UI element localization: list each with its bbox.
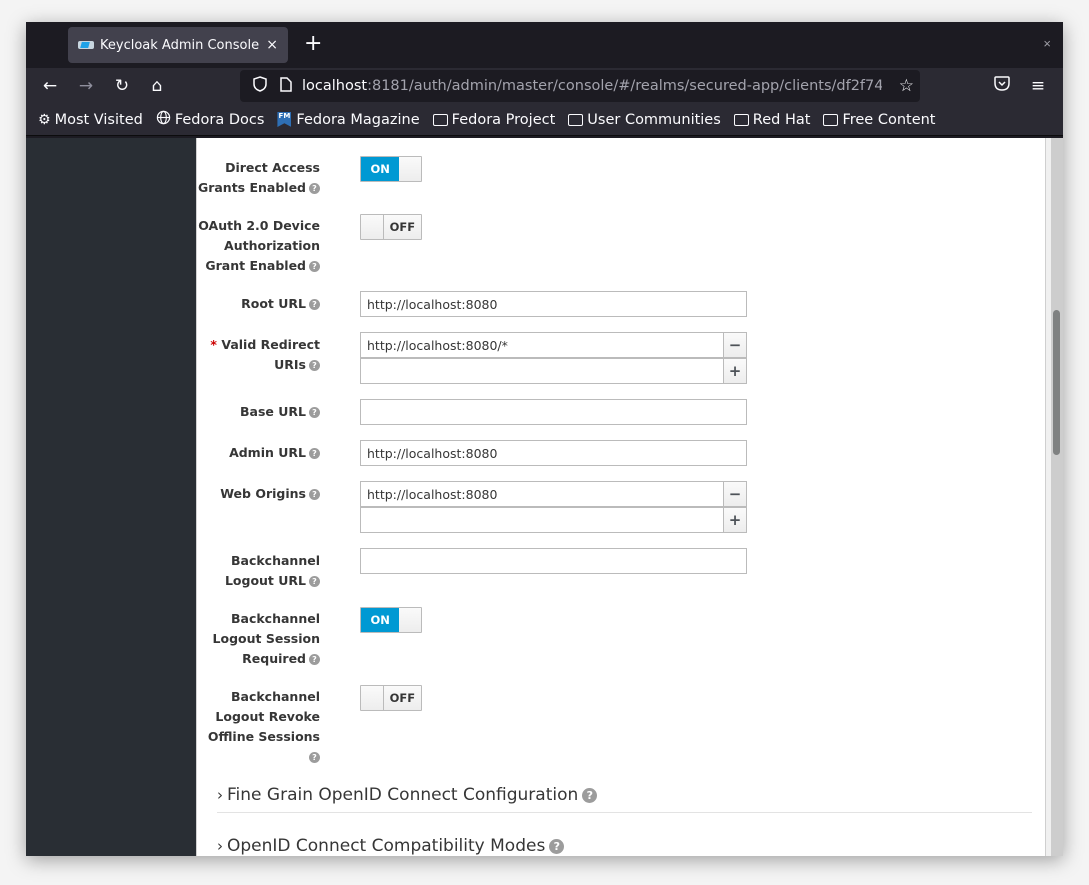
- new-tab-button[interactable]: +: [304, 31, 322, 57]
- direct-access-grants-label: Direct Access Grants Enabled?: [197, 160, 320, 195]
- backchannel-session-required-toggle[interactable]: ON: [360, 607, 422, 633]
- bookmark-label: Most Visited: [54, 111, 143, 128]
- backchannel-logout-url-label: Backchannel Logout URL?: [224, 553, 320, 588]
- backchannel-revoke-offline-label: Backchannel Logout Revoke Offline Sessio…: [207, 689, 320, 763]
- help-icon[interactable]: ?: [309, 489, 320, 500]
- scrollbar-thumb[interactable]: [1053, 310, 1060, 455]
- bookmark-label: Fedora Docs: [174, 111, 265, 128]
- help-icon[interactable]: ?: [309, 183, 320, 194]
- client-settings-form: Direct Access Grants Enabled? ON OAuth 2…: [196, 138, 1045, 856]
- forward-button[interactable]: →: [75, 75, 97, 97]
- backchannel-logout-url-input[interactable]: [360, 548, 747, 574]
- help-icon[interactable]: ?: [309, 360, 320, 371]
- bookmark-fedora-docs[interactable]: Fedora Docs: [156, 110, 265, 129]
- web-origins-label: Web Origins?: [197, 484, 320, 504]
- home-button[interactable]: ⌂: [146, 75, 168, 97]
- valid-redirect-uris-list: − +: [360, 332, 747, 384]
- bookmark-fedora-magazine[interactable]: FM Fedora Magazine: [277, 111, 420, 128]
- reload-button[interactable]: ↻: [111, 75, 133, 97]
- tab-keycloak[interactable]: Keycloak Admin Console ×: [68, 27, 288, 63]
- backchannel-revoke-offline-toggle[interactable]: OFF: [360, 685, 422, 711]
- help-icon[interactable]: ?: [549, 838, 565, 854]
- valid-redirect-uri-input[interactable]: [360, 332, 724, 358]
- bookmark-user-communities[interactable]: User Communities: [568, 112, 721, 128]
- oauth-device-grant-label: OAuth 2.0 Device Authorization Grant Ena…: [198, 218, 320, 273]
- folder-icon: [432, 113, 448, 126]
- admin-url-label: Admin URL?: [197, 443, 320, 463]
- help-icon[interactable]: ?: [582, 787, 598, 803]
- bookmark-label: Red Hat: [752, 111, 811, 128]
- shield-icon[interactable]: [250, 76, 270, 96]
- back-button[interactable]: ←: [39, 75, 61, 97]
- page-content: Direct Access Grants Enabled? ON OAuth 2…: [26, 138, 1063, 856]
- url-bar[interactable]: localhost:8181/auth/admin/master/console…: [240, 70, 920, 102]
- tab-title: Keycloak Admin Console: [100, 37, 260, 53]
- admin-sidebar: [26, 138, 196, 856]
- help-icon[interactable]: ?: [309, 654, 320, 665]
- bookmark-label: Free Content: [842, 111, 936, 128]
- chevron-right-icon: ›: [217, 837, 223, 855]
- web-origin-input[interactable]: [360, 481, 724, 507]
- backchannel-session-required-label: Backchannel Logout Session Required?: [212, 611, 320, 666]
- base-url-label: Base URL?: [197, 402, 320, 422]
- browser-window: Keycloak Admin Console × + × ← → ↻ ⌂ loc…: [26, 22, 1063, 856]
- direct-access-grants-toggle[interactable]: ON: [360, 156, 422, 182]
- valid-redirect-uris-label: * Valid Redirect URIs?: [210, 337, 320, 372]
- bookmarks-bar: ⚙ Most Visited Fedora Docs FM Fedora Mag…: [26, 104, 1063, 136]
- help-icon[interactable]: ?: [309, 261, 320, 272]
- admin-url-input[interactable]: [360, 440, 747, 466]
- close-tab-icon[interactable]: ×: [266, 37, 278, 53]
- fine-grain-oidc-section-header[interactable]: › Fine Grain OpenID Connect Configuration…: [217, 785, 1032, 805]
- oidc-compatibility-modes-section-header[interactable]: › OpenID Connect Compatibility Modes?: [217, 836, 1032, 856]
- chevron-right-icon: ›: [217, 786, 223, 804]
- help-icon[interactable]: ?: [309, 299, 320, 310]
- bookmark-label: Fedora Project: [451, 111, 556, 128]
- bookmark-label: User Communities: [587, 111, 721, 128]
- navigation-bar: ← → ↻ ⌂ localhost:8181/auth/admin/master…: [26, 68, 1063, 104]
- new-web-origin-input[interactable]: [360, 507, 724, 533]
- bookmark-free-content[interactable]: Free Content: [823, 112, 935, 128]
- globe-icon: [156, 110, 171, 129]
- help-icon[interactable]: ?: [309, 448, 320, 459]
- folder-icon: [568, 113, 584, 126]
- url-text[interactable]: localhost:8181/auth/admin/master/console…: [302, 78, 882, 94]
- fedora-magazine-icon: FM: [277, 112, 292, 127]
- bookmark-label: Fedora Magazine: [296, 111, 420, 128]
- root-url-label: Root URL?: [197, 294, 320, 314]
- tab-strip: Keycloak Admin Console × + ×: [26, 22, 1063, 68]
- new-redirect-uri-input[interactable]: [360, 358, 724, 384]
- menu-icon[interactable]: ≡: [1027, 75, 1049, 97]
- folder-icon: [733, 113, 749, 126]
- web-origins-list: − +: [360, 481, 747, 533]
- bookmark-red-hat[interactable]: Red Hat: [733, 111, 811, 128]
- gear-icon: ⚙: [38, 111, 51, 128]
- oauth-device-grant-toggle[interactable]: OFF: [360, 214, 422, 240]
- root-url-input[interactable]: [360, 291, 747, 317]
- folder-icon: [823, 113, 839, 126]
- base-url-input[interactable]: [360, 399, 747, 425]
- remove-web-origin-button[interactable]: −: [724, 481, 747, 507]
- bookmark-most-visited[interactable]: ⚙ Most Visited: [38, 112, 143, 128]
- remove-redirect-uri-button[interactable]: −: [724, 332, 747, 358]
- section-divider: [217, 812, 1032, 813]
- pocket-icon[interactable]: [991, 75, 1013, 97]
- keycloak-favicon-icon: [78, 40, 94, 50]
- help-icon[interactable]: ?: [309, 407, 320, 418]
- add-web-origin-button[interactable]: +: [724, 507, 747, 533]
- bookmark-fedora-project[interactable]: Fedora Project: [432, 111, 556, 128]
- help-icon[interactable]: ?: [309, 576, 320, 587]
- help-icon[interactable]: ?: [309, 752, 320, 763]
- window-close-icon[interactable]: ×: [1043, 36, 1051, 51]
- bookmark-star-icon[interactable]: ☆: [899, 76, 914, 96]
- page-icon: [276, 76, 296, 96]
- vertical-scrollbar[interactable]: [1045, 138, 1063, 856]
- add-redirect-uri-button[interactable]: +: [724, 358, 747, 384]
